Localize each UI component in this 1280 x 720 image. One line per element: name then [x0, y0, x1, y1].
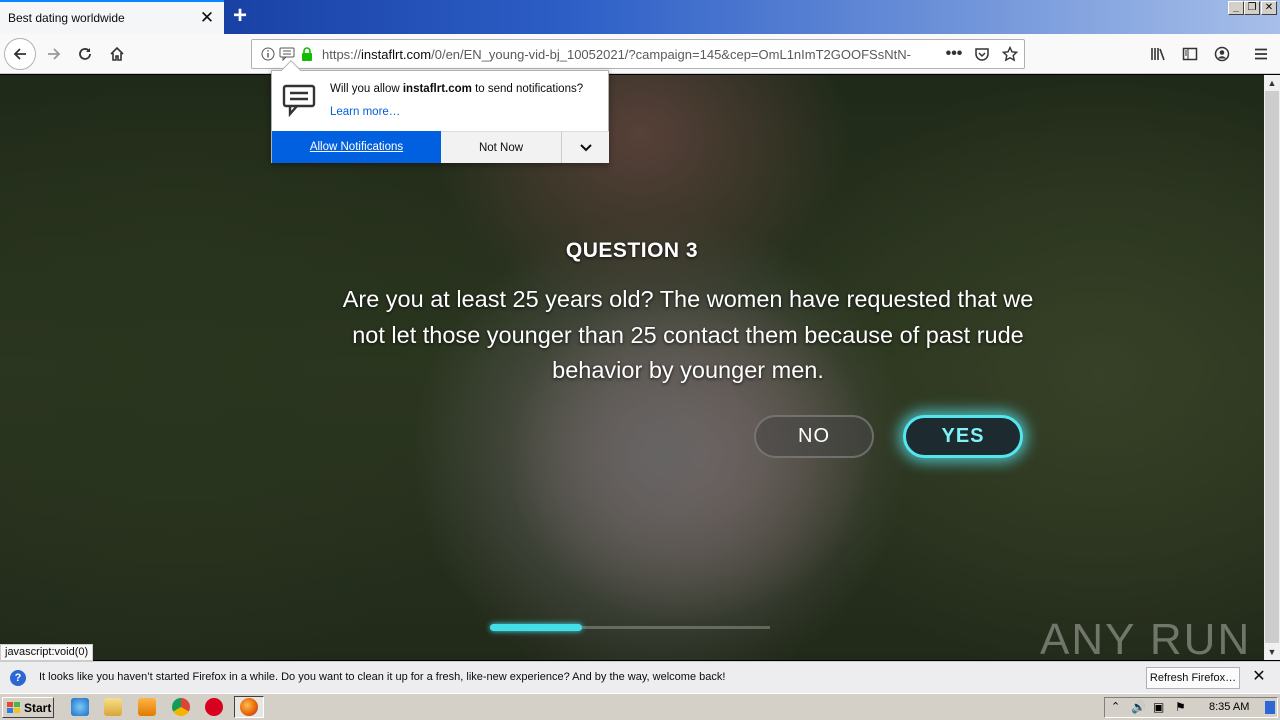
chrome-icon[interactable] [172, 698, 190, 716]
reload-button[interactable] [70, 39, 100, 69]
lock-icon[interactable] [299, 46, 315, 62]
tab-active[interactable]: Best dating worldwide ✕ [0, 0, 224, 34]
allow-notifications-button[interactable]: Allow Notifications [272, 131, 441, 163]
not-now-button[interactable]: Not Now [441, 131, 561, 163]
status-link-preview: javascript:void(0) [0, 644, 94, 661]
chevron-down-icon [579, 143, 592, 151]
notification-bar-message: It looks like you haven’t started Firefo… [39, 671, 726, 683]
back-button[interactable] [4, 38, 36, 70]
sidebar-icon [1182, 47, 1198, 61]
yes-button[interactable]: YES [903, 415, 1023, 458]
scroll-thumb[interactable] [1265, 91, 1279, 643]
taskbar: Start ⌃ 🔊 ▣ ⚑ 8:35 AM [0, 693, 1280, 720]
home-button[interactable] [102, 39, 132, 69]
hamburger-icon [1255, 48, 1267, 60]
progress-bar [490, 624, 770, 631]
page-actions-icon[interactable]: ••• [946, 45, 963, 62]
vertical-scrollbar[interactable]: ▲ ▼ [1264, 75, 1280, 660]
pocket-icon[interactable] [974, 46, 990, 62]
home-icon [110, 46, 124, 61]
bookmark-star-icon[interactable] [1002, 46, 1018, 62]
account-button[interactable] [1207, 39, 1237, 69]
media-player-icon[interactable] [138, 698, 156, 716]
page-content: QUESTION 3 Are you at least 25 years old… [0, 75, 1264, 660]
no-button[interactable]: NO [754, 415, 874, 458]
watermark: ANY RUN [1040, 615, 1252, 660]
question-title: QUESTION 3 [565, 239, 699, 262]
start-button[interactable]: Start [2, 697, 54, 718]
notification-message: Will you allow instaflrt.com to send not… [330, 83, 584, 95]
question-text: Are you at least 25 years old? The women… [342, 286, 1034, 383]
close-tab-icon[interactable]: ✕ [196, 7, 218, 29]
tab-title: Best dating worldwide [8, 11, 125, 25]
notification-permission-popup: Will you allow instaflrt.com to send not… [271, 60, 609, 163]
reload-icon [79, 48, 91, 60]
system-tray: ⌃ 🔊 ▣ ⚑ [1104, 697, 1278, 718]
windows-logo-icon [7, 701, 20, 713]
back-arrow-icon [13, 48, 26, 60]
new-tab-button[interactable]: + [226, 3, 254, 31]
firefox-icon [240, 698, 258, 716]
folder-icon[interactable] [104, 698, 122, 716]
forward-button[interactable] [39, 39, 69, 69]
show-desktop-icon[interactable] [1265, 701, 1275, 714]
opera-icon[interactable] [205, 698, 223, 716]
minimize-button[interactable]: _ [1228, 1, 1244, 15]
learn-more-link[interactable]: Learn more… [330, 106, 400, 118]
notification-bar: ? It looks like you haven’t started Fire… [0, 661, 1280, 693]
clock: 8:35 AM [1209, 701, 1250, 713]
info-icon[interactable] [260, 46, 276, 62]
scroll-up-arrow-icon[interactable]: ▲ [1264, 75, 1280, 91]
library-icon [1151, 48, 1165, 61]
question-icon: ? [10, 670, 26, 686]
chat-bubble-icon [282, 83, 316, 122]
scroll-down-arrow-icon[interactable]: ▼ [1264, 644, 1280, 660]
network-icon[interactable]: ▣ [1153, 700, 1164, 714]
navigation-toolbar: https://instaflrt.com/0/en/EN_young-vid-… [0, 34, 1280, 74]
notification-permission-icon[interactable] [279, 46, 295, 62]
internet-explorer-icon[interactable] [71, 698, 89, 716]
restore-button[interactable]: ❐ [1244, 1, 1260, 15]
progress-fill [490, 624, 583, 631]
forward-arrow-icon [48, 48, 61, 60]
close-window-button[interactable]: ✕ [1261, 1, 1277, 15]
more-options-button[interactable] [561, 131, 609, 163]
tab-strip: Best dating worldwide ✕ + _ ❐ ✕ [0, 0, 1280, 34]
refresh-firefox-button[interactable]: Refresh Firefox… [1146, 667, 1240, 689]
firefox-taskbar-button[interactable] [234, 696, 264, 718]
url-text[interactable]: https://instaflrt.com/0/en/EN_young-vid-… [322, 47, 912, 62]
library-button[interactable] [1143, 39, 1173, 69]
start-label: Start [24, 700, 52, 715]
menu-button[interactable] [1246, 39, 1276, 69]
url-bar[interactable]: https://instaflrt.com/0/en/EN_young-vid-… [251, 39, 1025, 69]
show-hidden-icons-icon[interactable]: ⌃ [1111, 700, 1120, 713]
sidebar-button[interactable] [1175, 39, 1205, 69]
close-icon[interactable]: ✕ [1250, 668, 1268, 686]
volume-icon[interactable]: 🔊 [1131, 700, 1146, 714]
action-center-flag-icon[interactable]: ⚑ [1175, 700, 1186, 714]
account-icon [1214, 46, 1230, 62]
